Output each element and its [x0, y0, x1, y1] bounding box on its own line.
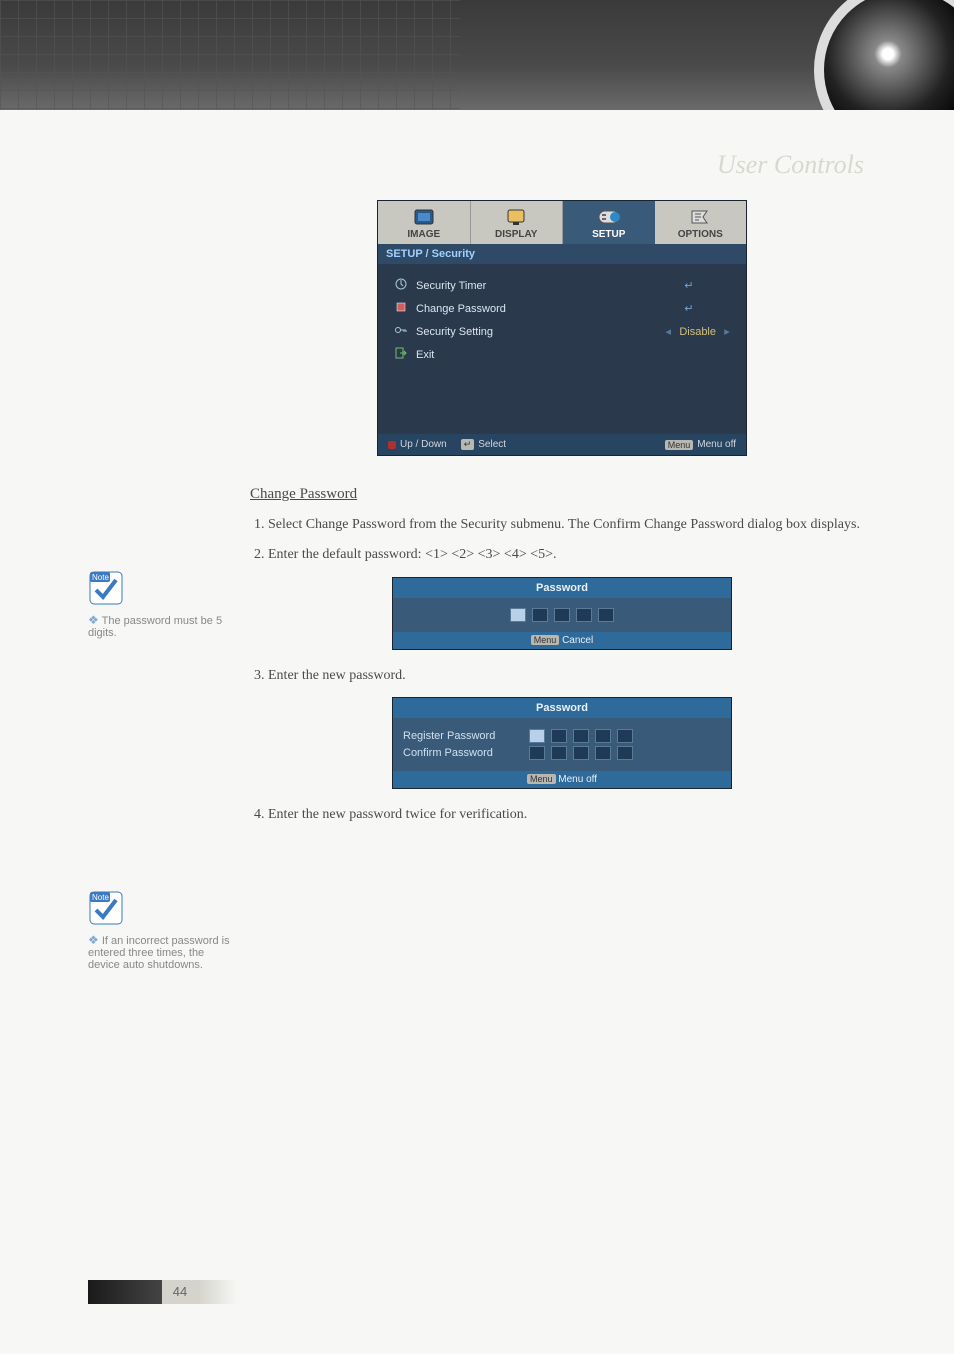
pw-box[interactable] — [551, 746, 567, 760]
footer-bar-dark — [88, 1280, 162, 1304]
key-icon — [392, 323, 410, 340]
step-1: 1. Select Change Password from the Secur… — [250, 513, 874, 537]
register-label: Register Password — [403, 730, 523, 742]
heading-change-password: Change Password — [250, 486, 874, 503]
hint-label: Up / Down — [400, 439, 447, 450]
dialog-title: Password — [393, 698, 731, 718]
osd-footer: Up / Down ↵ Select Menu Menu off — [378, 434, 746, 455]
chevron-left-icon: ◂ — [663, 325, 673, 338]
step-3: 3. Enter the new password. — [250, 664, 874, 688]
row-exit[interactable]: Exit — [392, 343, 732, 366]
pw-box[interactable] — [617, 746, 633, 760]
hint-updown: Up / Down — [388, 439, 447, 450]
step-2: 2. Enter the default password: <1> <2> <… — [250, 543, 874, 567]
pw-box[interactable] — [551, 729, 567, 743]
hint-label: Menu off — [697, 439, 736, 450]
svg-text:Note: Note — [92, 893, 109, 902]
clock-icon — [392, 277, 410, 294]
row-label: Security Timer — [416, 280, 678, 292]
page-number: 44 — [162, 1280, 198, 1304]
tab-display[interactable]: DISPLAY — [471, 201, 564, 244]
pw-box[interactable] — [573, 746, 589, 760]
dialog-footer-label: Cancel — [562, 635, 593, 646]
confirm-password-row: Confirm Password — [403, 746, 721, 760]
note-icon: Note — [88, 570, 238, 609]
pw-box[interactable] — [595, 746, 611, 760]
osd-tab-bar: IMAGE DISPLAY SETUP OPTIONS — [378, 201, 746, 244]
note-text: If an incorrect password is entered thre… — [88, 935, 230, 971]
chevron-right-icon: ▸ — [722, 325, 732, 338]
pw-box[interactable] — [510, 608, 526, 622]
header-band — [0, 0, 954, 110]
osd-menu: IMAGE DISPLAY SETUP OPTIONS SE — [377, 200, 747, 456]
pw-box[interactable] — [532, 608, 548, 622]
footer-bar-fade — [198, 1280, 238, 1304]
tab-label: DISPLAY — [495, 229, 537, 240]
pw-box[interactable] — [573, 729, 589, 743]
exit-icon — [392, 346, 410, 363]
setup-icon — [563, 207, 655, 229]
options-icon — [655, 207, 747, 229]
display-icon — [471, 207, 563, 229]
tab-options[interactable]: OPTIONS — [655, 201, 747, 244]
osd-breadcrumb: SETUP / Security — [378, 244, 746, 264]
enter-key-icon: ↵ — [461, 439, 475, 450]
step-4: 4. Enter the new password twice for veri… — [250, 803, 874, 827]
diamond-icon: ❖ — [88, 613, 99, 627]
row-change-password[interactable]: Change Password ↵ — [392, 297, 732, 320]
hint-menuoff: Menu Menu off — [665, 439, 736, 450]
menu-key-icon: Menu — [531, 635, 560, 645]
tab-label: SETUP — [592, 229, 625, 240]
password-dialog-confirm: Password Menu Cancel — [392, 577, 732, 650]
pw-box[interactable] — [554, 608, 570, 622]
confirm-label: Confirm Password — [403, 747, 523, 759]
pw-box[interactable] — [598, 608, 614, 622]
lens-graphic — [814, 0, 954, 110]
tab-setup[interactable]: SETUP — [563, 201, 655, 244]
dialog-title: Password — [393, 578, 731, 598]
menu-key-icon: Menu — [665, 440, 694, 450]
svg-text:Note: Note — [92, 573, 109, 582]
row-label: Change Password — [416, 303, 678, 315]
dialog-footer: Menu Cancel — [393, 632, 731, 649]
pw-box[interactable] — [595, 729, 611, 743]
row-label: Security Setting — [416, 326, 641, 338]
register-password-row: Register Password — [403, 729, 721, 743]
tab-label: OPTIONS — [678, 229, 723, 240]
hint-label: Select — [478, 439, 506, 450]
image-icon — [378, 207, 470, 229]
menu-key-icon: Menu — [527, 774, 556, 784]
osd-body: Security Timer ↵ Change Password ↵ Secur… — [378, 264, 746, 434]
tab-label: IMAGE — [407, 229, 440, 240]
enter-icon: ↵ — [678, 302, 700, 315]
pw-box[interactable] — [617, 729, 633, 743]
row-security-timer[interactable]: Security Timer ↵ — [392, 274, 732, 297]
row-security-setting[interactable]: Security Setting ◂ Disable ▸ — [392, 320, 732, 343]
note-text: The password must be 5 digits. — [88, 615, 222, 639]
header-grid-pattern — [0, 0, 460, 110]
dialog-footer: Menu Menu off — [393, 771, 731, 788]
note-icon: Note — [88, 890, 238, 929]
tab-image[interactable]: IMAGE — [378, 201, 471, 244]
diamond-icon: ❖ — [88, 933, 99, 947]
row-label: Exit — [416, 349, 732, 361]
dialog-footer-label: Menu off — [558, 774, 597, 785]
section-title: User Controls — [717, 150, 864, 180]
password-icon — [392, 300, 410, 317]
nav-dot-icon — [388, 441, 396, 449]
page-footer: 44 — [88, 1280, 238, 1304]
row-value: Disable — [673, 326, 722, 338]
pw-box[interactable] — [529, 729, 545, 743]
margin-note-2: Note ❖ If an incorrect password is enter… — [88, 890, 238, 971]
pw-box[interactable] — [576, 608, 592, 622]
enter-icon: ↵ — [678, 279, 700, 292]
password-boxes — [393, 608, 731, 622]
hint-select: ↵ Select — [461, 439, 506, 450]
password-dialog-register: Password Register Password Confirm Passw… — [392, 697, 732, 789]
pw-box[interactable] — [529, 746, 545, 760]
margin-note-1: Note ❖ The password must be 5 digits. — [88, 570, 238, 639]
